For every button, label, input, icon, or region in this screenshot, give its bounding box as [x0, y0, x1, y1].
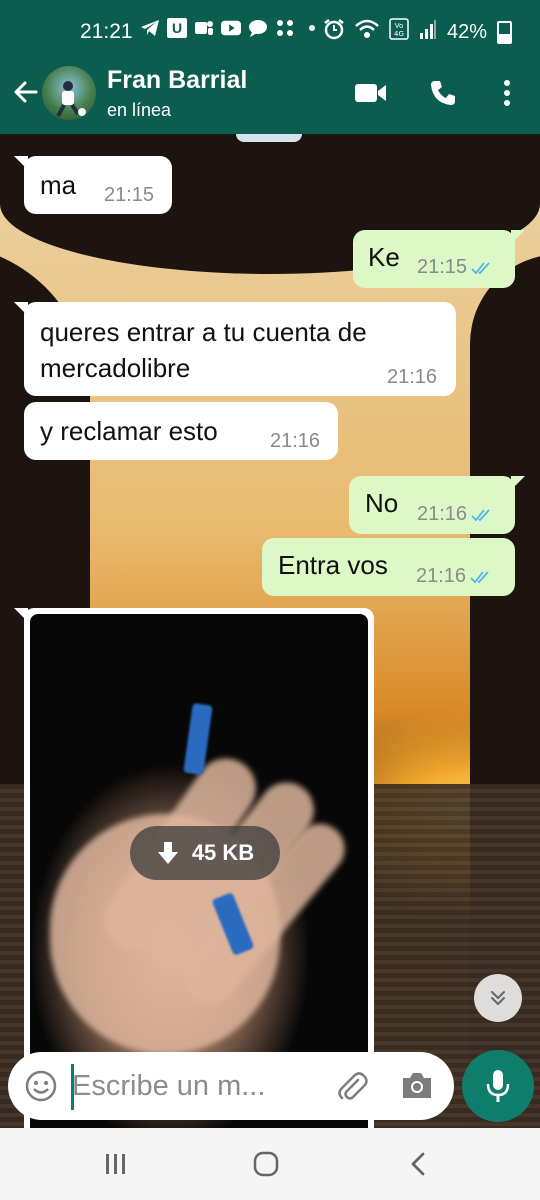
message-outgoing[interactable]: Entra vos 21:16 — [262, 538, 515, 596]
mic-button[interactable] — [462, 1050, 534, 1122]
alarm-icon — [323, 18, 345, 46]
message-time: 21:16 — [270, 430, 321, 452]
message-outgoing[interactable]: Ke 21:15 — [353, 230, 525, 288]
message-image[interactable]: 45 KB — [14, 608, 374, 1129]
camera-icon[interactable] — [400, 1070, 434, 1102]
message-time: 21:15 — [104, 184, 155, 206]
message-meta: 21:16 — [416, 565, 494, 588]
teams-icon — [194, 18, 214, 38]
download-button[interactable]: 45 KB — [130, 826, 280, 880]
read-ticks-icon — [470, 570, 489, 583]
status-time: 21:21 — [80, 20, 133, 43]
svg-text:4G: 4G — [394, 30, 404, 38]
more-options-icon[interactable] — [488, 74, 526, 112]
read-ticks-icon — [471, 261, 490, 274]
battery-percent: 42% — [446, 20, 487, 43]
back-arrow-icon[interactable] — [12, 78, 40, 106]
message-text: Ke — [368, 242, 400, 272]
message-meta: 21:16 — [417, 503, 495, 526]
chat-header: Fran Barrial en línea — [0, 52, 540, 134]
scroll-to-bottom-button[interactable] — [474, 974, 522, 1022]
telegram-icon — [140, 18, 160, 38]
volte-icon: Vo 4G — [389, 18, 409, 46]
download-arrow-icon — [157, 842, 178, 864]
message-text: Entra vos — [278, 550, 388, 580]
svg-text:Vo: Vo — [395, 22, 404, 30]
system-nav-bar — [0, 1128, 540, 1200]
date-chip — [236, 134, 302, 142]
message-text-line: mercadolibre — [40, 353, 191, 383]
home-icon[interactable] — [250, 1148, 282, 1180]
message-text-line: queres entrar a tu cuenta de — [40, 317, 367, 347]
message-time: 21:16 — [416, 565, 467, 587]
read-ticks-icon — [471, 508, 490, 521]
video-call-icon[interactable] — [352, 74, 390, 112]
contact-status: en línea — [107, 100, 172, 120]
message-time: 21:16 — [387, 366, 438, 388]
status-bar: 21:21 U Vo 4G 42% — [0, 0, 540, 52]
double-chevron-down-icon — [491, 991, 505, 1005]
message-composer — [8, 1052, 454, 1120]
dot-icon — [302, 18, 322, 38]
wifi-icon — [355, 19, 379, 45]
message-incoming[interactable]: ma 21:15 — [14, 156, 172, 214]
message-incoming[interactable]: queres entrar a tu cuenta de mercadolibr… — [14, 302, 456, 396]
message-meta: 21:15 — [417, 256, 495, 279]
message-incoming[interactable]: y reclamar esto 21:16 — [24, 402, 338, 460]
apps-icon — [275, 18, 295, 38]
microphone-icon — [486, 1070, 510, 1102]
message-time: 21:16 — [417, 503, 468, 525]
chat-icon — [248, 18, 268, 38]
recents-icon[interactable] — [100, 1148, 132, 1180]
notification-icons: U — [140, 18, 322, 38]
back-nav-icon[interactable] — [402, 1148, 434, 1180]
attach-icon[interactable] — [336, 1070, 368, 1102]
message-input[interactable] — [72, 1066, 312, 1106]
signal-icon — [419, 19, 437, 45]
message-time: 21:15 — [417, 256, 468, 278]
message-text: y reclamar esto — [40, 416, 218, 446]
emoji-icon[interactable] — [24, 1069, 58, 1103]
youtube-icon — [221, 18, 241, 38]
download-size: 45 KB — [191, 840, 255, 865]
message-outgoing[interactable]: No 21:16 — [349, 476, 525, 534]
contact-name[interactable]: Fran Barrial — [107, 66, 247, 95]
phone-call-icon[interactable] — [424, 74, 462, 112]
message-text: No — [365, 488, 399, 518]
avatar[interactable] — [42, 66, 96, 120]
chat-area[interactable]: ma 21:15 Ke 21:15 queres entrar a tu cue… — [0, 134, 540, 1129]
message-text: ma — [40, 170, 77, 200]
system-status: Vo 4G 42% — [323, 18, 512, 46]
battery-icon — [497, 20, 512, 44]
u-icon: U — [167, 18, 187, 38]
